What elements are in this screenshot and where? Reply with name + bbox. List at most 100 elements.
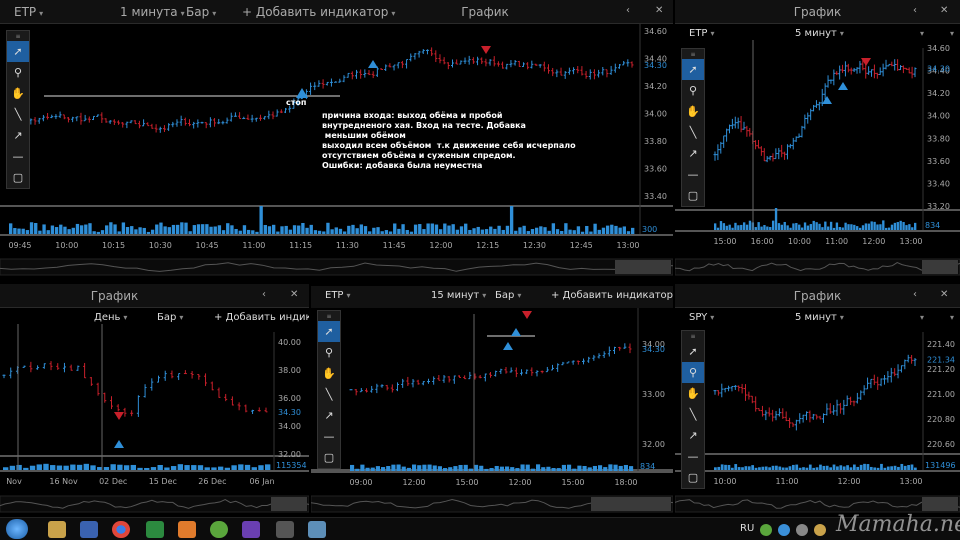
hand-icon[interactable]: ✋ xyxy=(682,383,704,404)
hline-tool-icon[interactable]: — xyxy=(318,426,340,447)
volume-bar xyxy=(631,227,635,234)
time-tick-label: 16:00 xyxy=(751,237,774,246)
time-tick-label: 15 Dec xyxy=(149,477,177,486)
line-tool-icon[interactable]: ╲ xyxy=(682,122,704,143)
volume-bar xyxy=(567,464,572,471)
zoom-icon[interactable]: ⚲ xyxy=(682,362,704,383)
volume-bar xyxy=(819,464,822,470)
grip-icon[interactable]: ≡ xyxy=(318,311,340,321)
explorer-icon[interactable] xyxy=(48,521,66,538)
time-tick-label: 11:00 xyxy=(825,237,848,246)
volume-bar xyxy=(84,224,88,234)
cursor-icon[interactable]: ➚ xyxy=(682,341,704,362)
volume-bar xyxy=(251,230,255,234)
top-right-chart[interactable]: 34.6034.4034.2034.0033.8033.6033.4033.20… xyxy=(675,0,960,282)
volume-bar xyxy=(832,227,836,230)
grip-icon[interactable]: ≡ xyxy=(7,31,29,41)
cursor-icon[interactable]: ➚ xyxy=(7,41,29,62)
hand-icon[interactable]: ✋ xyxy=(318,363,340,384)
drawing-toolbar: ≡ ➚ ⚲ ✋ ╲ ↗ — ▢ xyxy=(6,30,30,189)
volume-bar xyxy=(815,467,819,470)
paint-icon[interactable] xyxy=(178,521,196,538)
volume-bar xyxy=(547,230,551,234)
chrome-icon[interactable] xyxy=(112,521,130,538)
save-app-icon[interactable] xyxy=(80,521,98,538)
volume-bar xyxy=(774,208,778,230)
volume-bar xyxy=(204,467,210,470)
hand-icon[interactable]: ✋ xyxy=(682,101,704,122)
volume-bar xyxy=(856,226,859,230)
top-right-panel: График ‹ ✕ ETP ▾ 5 минут ▾ ▾ ▾ 34.60 34.40 3… xyxy=(675,0,960,282)
volume-bar xyxy=(769,227,772,230)
arrow-tool-icon[interactable]: ↗ xyxy=(682,425,704,446)
line-tool-icon[interactable]: ╲ xyxy=(682,404,704,425)
line-tool-icon[interactable]: ╲ xyxy=(318,384,340,405)
volume-bar xyxy=(184,222,188,234)
volume-bar xyxy=(432,465,437,471)
grip-icon[interactable]: ≡ xyxy=(682,49,704,59)
volume-bar xyxy=(754,227,757,230)
volume-bar xyxy=(130,226,134,234)
volume-bar xyxy=(50,225,55,234)
excel-icon[interactable] xyxy=(146,521,164,538)
hline-tool-icon[interactable]: — xyxy=(682,164,704,185)
volume-bar xyxy=(539,226,543,234)
volume-bar xyxy=(422,464,427,471)
tray-icon[interactable] xyxy=(778,524,790,536)
arrow-tool-icon[interactable]: ↗ xyxy=(682,143,704,164)
volume-bar xyxy=(525,464,530,471)
start-button-icon[interactable] xyxy=(6,519,28,539)
volume-bar xyxy=(829,467,833,470)
rect-tool-icon[interactable]: ▢ xyxy=(7,167,29,188)
volume-bar xyxy=(109,222,113,234)
zoom-icon[interactable]: ⚲ xyxy=(682,80,704,101)
volume-bar xyxy=(417,465,422,471)
rect-tool-icon[interactable]: ▢ xyxy=(682,467,704,488)
cursor-icon[interactable]: ➚ xyxy=(318,321,340,342)
rect-tool-icon[interactable]: ▢ xyxy=(318,447,340,468)
tray-icon[interactable] xyxy=(760,524,772,536)
zoom-icon[interactable]: ⚲ xyxy=(318,342,340,363)
volume-bar xyxy=(448,467,453,471)
tray-icon[interactable] xyxy=(796,524,808,536)
hand-icon[interactable]: ✋ xyxy=(7,83,29,104)
arrow-tool-icon[interactable]: ↗ xyxy=(318,405,340,426)
language-indicator[interactable]: RU xyxy=(740,523,754,534)
volume-bar xyxy=(177,464,184,470)
volume-bar xyxy=(258,465,264,470)
volume-bar xyxy=(887,227,891,230)
volume-bar xyxy=(301,222,305,234)
volume-bar xyxy=(164,467,170,470)
arrow-tool-icon[interactable]: ↗ xyxy=(7,125,29,146)
files-icon[interactable] xyxy=(308,521,326,538)
bottom-left-chart[interactable]: 40.00 38.00 36.00 34.00 32.00 34.30 115354 Nov 1… xyxy=(0,284,309,517)
bottom-right-chart[interactable]: 221.40 221.20 221.00 220.80 220.60 221.34 1314… xyxy=(675,284,960,517)
volume-bar xyxy=(775,465,778,470)
line-tool-icon[interactable]: ╲ xyxy=(7,104,29,125)
volume-bar xyxy=(601,227,606,234)
trading-app-icon[interactable] xyxy=(276,521,294,538)
volume-bar xyxy=(38,230,42,234)
cursor-icon[interactable]: ➚ xyxy=(682,59,704,80)
volume-bar xyxy=(217,466,224,470)
hline-tool-icon[interactable]: — xyxy=(682,446,704,467)
rect-tool-icon[interactable]: ▢ xyxy=(682,185,704,206)
bottom-mid-chart[interactable]: 34.0033.0032.0034.3083409:00 12:00 15:00 12… xyxy=(311,284,673,517)
zoom-icon[interactable]: ⚲ xyxy=(7,62,29,83)
volume-bar xyxy=(381,467,386,471)
volume-bar xyxy=(499,466,504,471)
volume-bar xyxy=(209,226,213,234)
volume-bar xyxy=(123,465,130,470)
price-tick-label: 32.00 xyxy=(642,440,665,449)
grip-icon[interactable]: ≡ xyxy=(682,331,704,341)
media-icon[interactable] xyxy=(242,521,260,538)
volume-bar xyxy=(476,226,480,234)
volume-bar xyxy=(391,464,396,471)
volume-scale-label: 115354 xyxy=(276,461,307,470)
messenger-icon[interactable] xyxy=(210,521,228,538)
volume-bar xyxy=(850,224,853,230)
volume-bar xyxy=(192,225,197,234)
tray-icon[interactable] xyxy=(814,524,826,536)
volume-bar xyxy=(137,467,143,470)
hline-tool-icon[interactable]: — xyxy=(7,146,29,167)
